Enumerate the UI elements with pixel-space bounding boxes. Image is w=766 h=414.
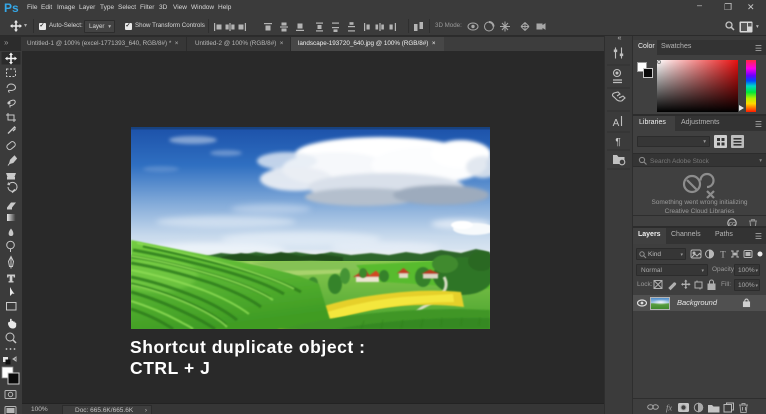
svg-text:T: T <box>7 273 15 285</box>
svg-text:A: A <box>613 118 620 129</box>
svg-text:T: T <box>720 250 726 260</box>
svg-text:fx: fx <box>666 403 672 413</box>
svg-text:¶: ¶ <box>615 137 620 148</box>
